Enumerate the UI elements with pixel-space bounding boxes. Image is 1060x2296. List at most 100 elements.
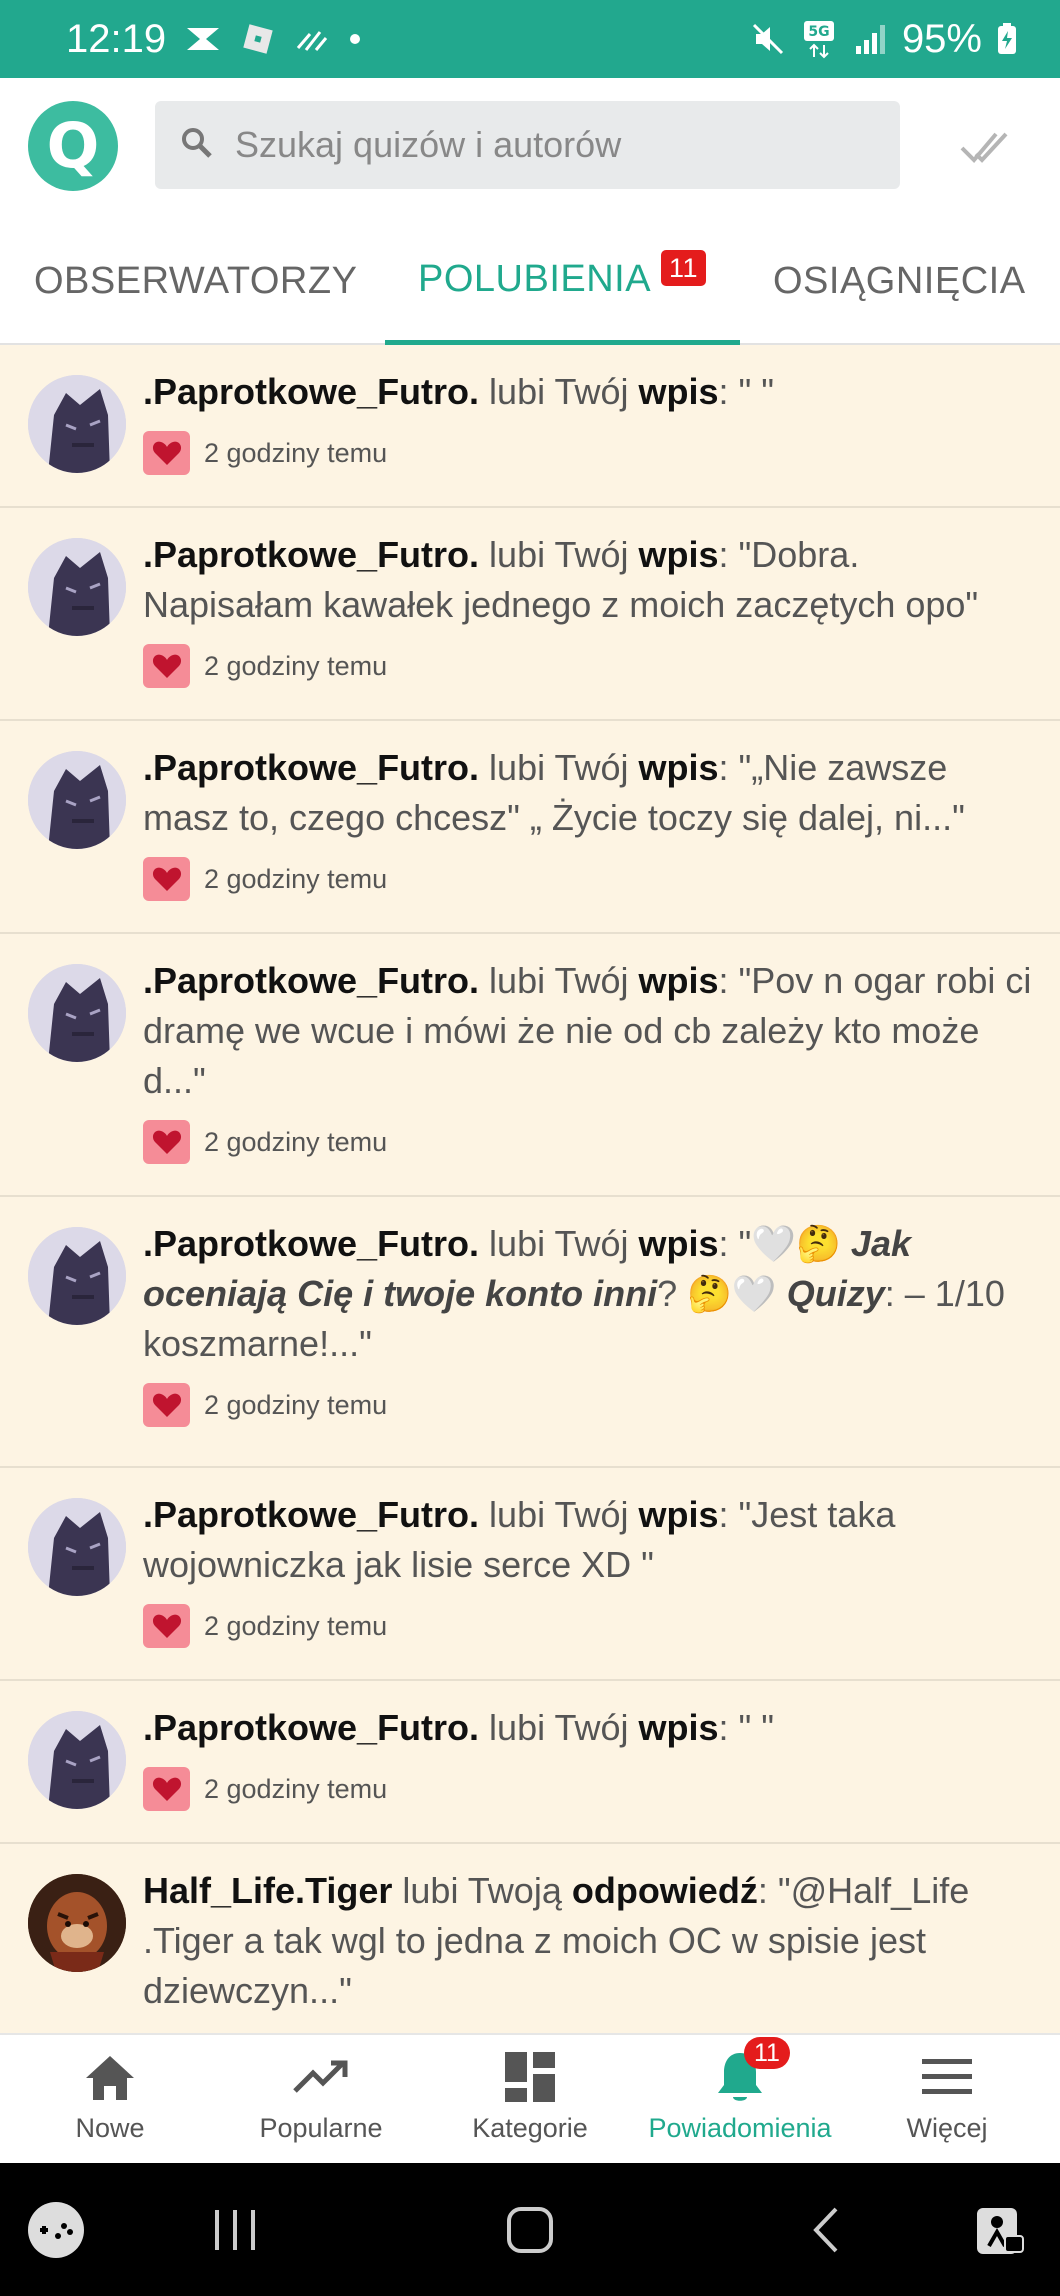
svg-text:5G: 5G [808,24,829,40]
notification-list: .Paprotkowe_Futro. lubi Twój wpis: " " 2… [0,345,1060,2033]
tab-badge: 11 [661,250,707,286]
heart-icon [143,857,190,901]
username[interactable]: .Paprotkowe_Futro. [143,534,479,575]
object-link[interactable]: wpis [638,1707,718,1748]
nav-label: Nowe [75,2113,145,2143]
heart-icon [143,1767,190,1811]
status-bar: 12:19 5G 95% [0,0,1060,78]
username[interactable]: .Paprotkowe_Futro. [143,1494,479,1535]
notification-item[interactable]: Half_Life.Tiger lubi Twoją odpowiedź: "@… [0,1844,1060,2033]
notification-text: Half_Life.Tiger lubi Twoją odpowiedź: "@… [143,1870,970,2011]
bell-icon: 11 [710,2037,790,2105]
battery-percent: 95% [901,16,982,61]
avatar[interactable] [28,375,126,473]
username[interactable]: .Paprotkowe_Futro. [143,371,479,412]
bottom-navigation: Nowe Popularne Kategorie 11 Powiadomieni… [0,2033,1060,2163]
trending-icon [291,2049,351,2105]
timestamp: 2 godziny temu [204,437,388,468]
tab-achievements[interactable]: OSIĄGNIĘCIA [773,218,1026,345]
notification-count-badge: 11 [744,2037,790,2069]
object-link[interactable]: wpis [638,747,718,788]
app-stripes-icon [294,24,330,54]
notification-text: .Paprotkowe_Futro. lubi Twój wpis: "Pov … [143,960,1032,1101]
avatar[interactable] [28,964,126,1062]
notification-text: .Paprotkowe_Futro. lubi Twój wpis: " " [143,1707,775,1748]
notification-item[interactable]: .Paprotkowe_Futro. lubi Twój wpis: "Jest… [0,1468,1060,1681]
notification-item[interactable]: .Paprotkowe_Futro. lubi Twój wpis: "Pov … [0,934,1060,1197]
menu-icon [917,2049,977,2105]
logo-letter: Q [46,109,100,182]
timestamp: 2 godziny temu [204,1773,388,1804]
object-link[interactable]: wpis [638,1494,718,1535]
tab-label: OSIĄGNIĘCIA [773,260,1026,302]
nav-item-new[interactable]: Nowe [4,2035,216,2165]
status-time: 12:19 [66,16,167,61]
object-link[interactable]: wpis [638,371,718,412]
mark-all-read-button[interactable] [960,122,1016,172]
notification-tabs: OBSERWATORZY POLUBIENIA 11 OSIĄGNIĘCIA [0,218,1060,345]
notification-text: .Paprotkowe_Futro. lubi Twój wpis: " " [143,371,775,412]
heart-icon [143,1604,190,1648]
nav-item-popular[interactable]: Popularne [215,2035,427,2165]
app-logo[interactable]: Q [28,101,118,191]
quote-emphasis: Quizy [786,1273,885,1314]
notification-text: .Paprotkowe_Futro. lubi Twój wpis: "„Nie… [143,747,965,838]
nav-item-categories[interactable]: Kategorie [424,2035,636,2165]
accessibility-lock-icon[interactable] [968,2163,1032,2296]
tab-label: POLUBIENIA [418,257,652,300]
nav-item-notifications[interactable]: 11 Powiadomienia [634,2035,846,2165]
avatar[interactable] [28,538,126,636]
quote-text: : " " [718,1707,775,1748]
object-link[interactable]: wpis [638,1223,718,1264]
game-launcher-icon[interactable] [24,2163,88,2296]
nav-item-more[interactable]: Więcej [841,2035,1053,2165]
heart-icon [143,1383,190,1427]
object-link[interactable]: wpis [638,534,718,575]
tab-observers[interactable]: OBSERWATORZY [34,218,357,345]
notification-item[interactable]: .Paprotkowe_Futro. lubi Twój wpis: "„Nie… [0,721,1060,934]
avatar[interactable] [28,1874,126,1972]
notification-text: .Paprotkowe_Futro. lubi Twój wpis: "Jest… [143,1494,896,1585]
heart-icon [143,1120,190,1164]
nav-label: Kategorie [472,2113,588,2143]
timestamp: 2 godziny temu [204,650,388,681]
avatar[interactable] [28,1498,126,1596]
back-button[interactable] [795,2163,855,2296]
username[interactable]: .Paprotkowe_Futro. [143,960,479,1001]
notification-text: .Paprotkowe_Futro. lubi Twój wpis: "🤍🤔 J… [143,1223,1005,1364]
search-icon [179,125,215,166]
notification-item[interactable]: .Paprotkowe_Futro. lubi Twój wpis: "🤍🤔 J… [0,1197,1060,1468]
username[interactable]: .Paprotkowe_Futro. [143,747,479,788]
avatar[interactable] [28,1711,126,1809]
username[interactable]: Half_Life.Tiger [143,1870,392,1911]
timestamp: 2 godziny temu [204,1126,388,1157]
signal-icon [854,22,888,56]
network-5g-icon: 5G [800,19,840,59]
object-link[interactable]: odpowiedź [572,1870,758,1911]
timestamp: 2 godziny temu [204,1389,388,1420]
home-icon [80,2049,140,2105]
nav-label: Więcej [906,2113,988,2143]
username[interactable]: .Paprotkowe_Futro. [143,1223,479,1264]
username[interactable]: .Paprotkowe_Futro. [143,1707,479,1748]
home-button[interactable] [495,2163,565,2296]
avatar[interactable] [28,751,126,849]
app-notification-icon [184,24,222,54]
grid-icon [500,2049,560,2105]
timestamp: 2 godziny temu [204,1610,388,1641]
app-header: Q [0,78,1060,218]
object-link[interactable]: wpis [638,960,718,1001]
search-input[interactable] [235,124,835,166]
heart-icon [143,431,190,475]
notification-item[interactable]: .Paprotkowe_Futro. lubi Twój wpis: " " 2… [0,345,1060,508]
roblox-icon [240,21,276,57]
notification-text: .Paprotkowe_Futro. lubi Twój wpis: "Dobr… [143,534,979,625]
avatar[interactable] [28,1227,126,1325]
search-bar[interactable] [155,101,900,189]
battery-charging-icon [996,22,1018,56]
notification-item[interactable]: .Paprotkowe_Futro. lubi Twój wpis: " " 2… [0,1681,1060,1844]
tab-label: OBSERWATORZY [34,260,358,302]
recent-apps-button[interactable] [200,2163,270,2296]
notification-item[interactable]: .Paprotkowe_Futro. lubi Twój wpis: "Dobr… [0,508,1060,721]
tab-likes[interactable]: POLUBIENIA 11 [385,218,740,345]
